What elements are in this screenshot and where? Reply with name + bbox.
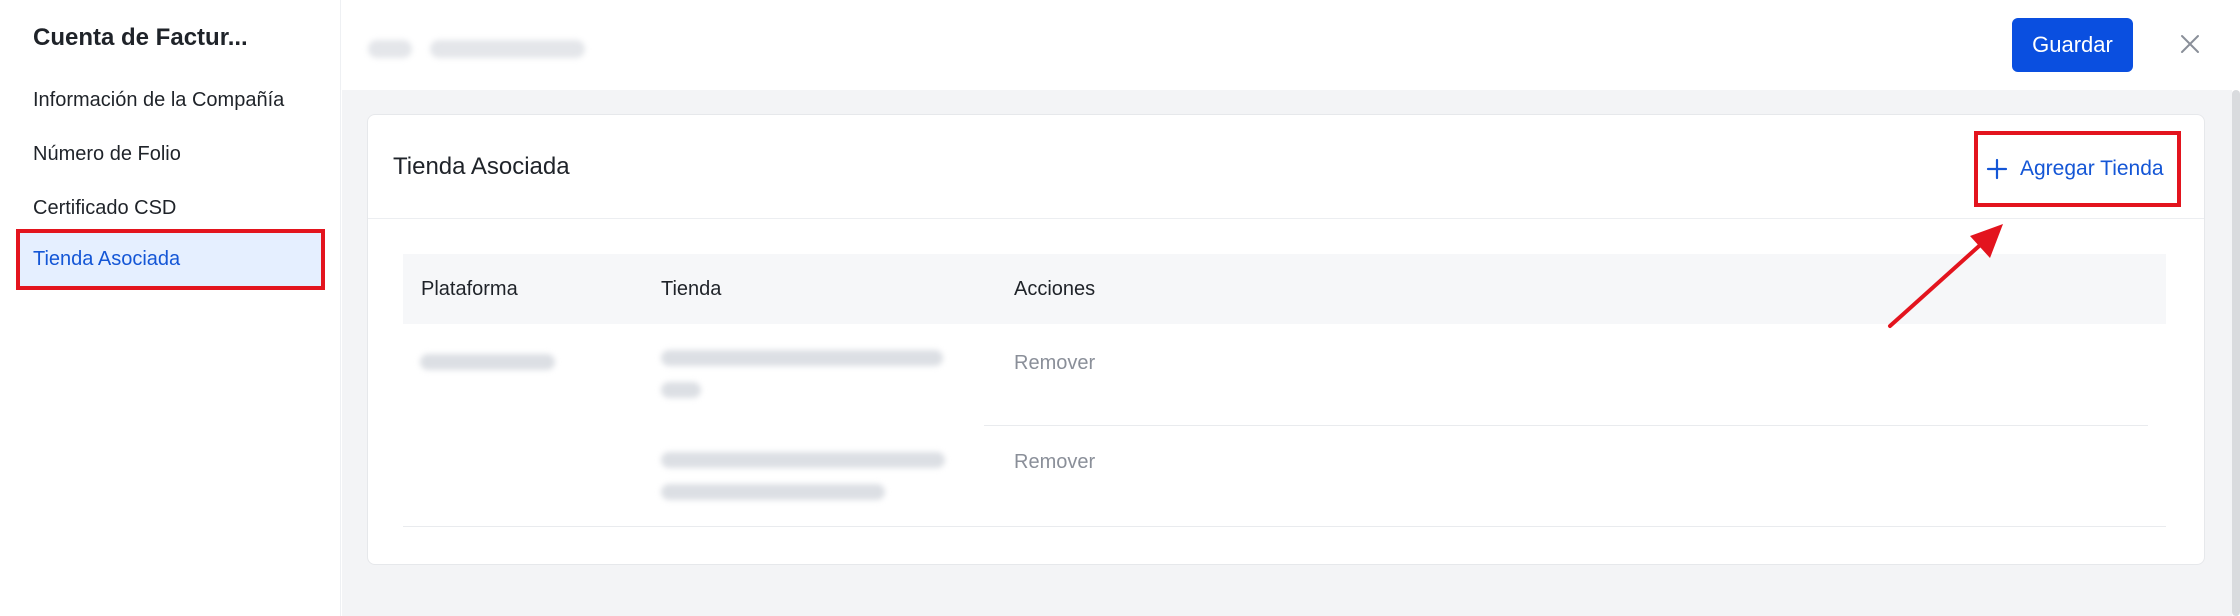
redacted-account-label (368, 40, 412, 58)
redacted-store-cell (661, 382, 701, 398)
add-store-label: Agregar Tienda (2020, 157, 2164, 180)
table-header: Plataforma Tienda Acciones (403, 254, 2166, 324)
redacted-store-cell (661, 452, 945, 468)
row-divider (984, 425, 2148, 426)
remove-store-link[interactable]: Remover (1014, 451, 1095, 474)
plus-icon (1986, 158, 2008, 180)
column-header-platform: Plataforma (421, 278, 518, 300)
card-header: Tienda Asociada Agregar Tienda (368, 115, 2204, 219)
sidebar-item-label: Tienda Asociada (33, 248, 181, 270)
scrollbar[interactable] (2232, 90, 2240, 616)
sidebar-item-associated-store[interactable]: Tienda Asociada (16, 229, 325, 290)
card-title: Tienda Asociada (393, 153, 570, 180)
sidebar-item-label: Información de la Compañía (33, 89, 285, 111)
redacted-store-cell (661, 350, 943, 366)
table-bottom-border (403, 526, 2166, 527)
associated-store-card: Tienda Asociada Agregar Tienda (367, 114, 2205, 565)
close-icon[interactable] (2172, 26, 2208, 62)
redacted-account-id (430, 40, 585, 58)
remove-store-link[interactable]: Remover (1014, 352, 1095, 375)
column-header-store: Tienda (661, 278, 722, 300)
top-bar (342, 0, 2240, 90)
column-header-actions: Acciones (1014, 278, 1096, 300)
redacted-store-cell (661, 484, 885, 500)
sidebar-item-label: Número de Folio (33, 143, 181, 165)
sidebar-item-company-info[interactable]: Información de la Compañía (16, 72, 325, 129)
add-store-button[interactable]: Agregar Tienda (1974, 131, 2181, 207)
redacted-platform-cell (420, 354, 555, 370)
sidebar: Cuenta de Factur... Información de la Co… (0, 0, 341, 616)
save-button[interactable]: Guardar (2012, 18, 2133, 72)
sidebar-item-label: Certificado CSD (33, 197, 177, 219)
sidebar-item-folio-number[interactable]: Número de Folio (16, 126, 325, 183)
sidebar-title: Cuenta de Factur... (33, 24, 248, 51)
